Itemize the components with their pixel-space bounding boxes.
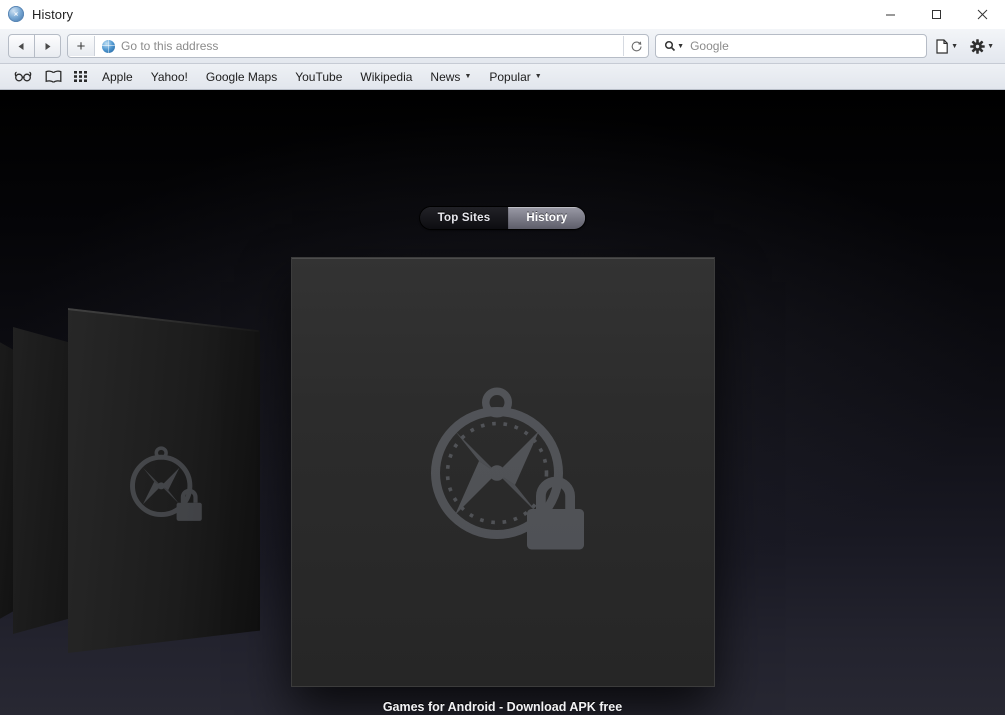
- gear-icon: [970, 38, 985, 54]
- settings-menu-button[interactable]: ▼: [967, 38, 997, 54]
- history-card-main[interactable]: [292, 258, 714, 686]
- bookmark-wikipedia[interactable]: Wikipedia: [351, 67, 421, 87]
- address-bar[interactable]: + Go to this address: [67, 34, 650, 58]
- magnifier-icon[interactable]: ▼: [664, 40, 684, 52]
- window-title: History: [32, 6, 74, 22]
- globe-icon: [102, 39, 115, 53]
- reader-glasses-icon[interactable]: [8, 67, 39, 87]
- history-card-prev-1[interactable]: [68, 308, 260, 653]
- search-field[interactable]: ▼ Google: [655, 34, 928, 58]
- forward-arrow-icon[interactable]: [34, 35, 60, 57]
- bookmark-google-maps[interactable]: Google Maps: [197, 67, 286, 87]
- chevron-down-icon[interactable]: ▼: [677, 43, 684, 50]
- maximize-icon[interactable]: [913, 0, 959, 28]
- bookmark-label: Yahoo!: [150, 69, 188, 84]
- card-caption: Games for Android - Download APK free ht…: [0, 700, 1005, 715]
- bookmark-label: News: [430, 69, 461, 84]
- new-tab-button[interactable]: +: [68, 36, 95, 56]
- navigation-buttons: [8, 34, 61, 58]
- browser-toolbar: + Go to this address ▼ Google ▼ ▼: [0, 29, 1005, 64]
- tab-top-sites[interactable]: Top Sites: [419, 207, 509, 229]
- minimize-icon[interactable]: [867, 0, 913, 28]
- bookmark-label: Google Maps: [205, 69, 278, 84]
- bookmark-news[interactable]: News ▼: [421, 67, 480, 87]
- bookmark-label: Popular: [489, 69, 531, 84]
- view-toggle: Top Sites History: [419, 207, 586, 229]
- chevron-down-icon: ▼: [987, 42, 994, 50]
- bookmarks-book-icon[interactable]: [39, 67, 68, 87]
- top-sites-grid-icon[interactable]: [68, 67, 93, 87]
- title-bar: History: [0, 0, 1005, 29]
- bookmark-youtube[interactable]: YouTube: [286, 67, 351, 87]
- search-input[interactable]: Google: [690, 39, 729, 53]
- bookmark-popular[interactable]: Popular ▼: [480, 67, 550, 87]
- browser-window: History + Go to this address ▼ Google ▼ …: [0, 0, 1005, 715]
- bookmarks-bar: Apple Yahoo! Google Maps YouTube Wikiped…: [0, 64, 1005, 90]
- compass-lock-icon: [413, 380, 593, 565]
- chevron-down-icon: ▼: [464, 73, 472, 80]
- page-icon: [936, 38, 948, 54]
- close-icon[interactable]: [959, 0, 1005, 28]
- reload-icon[interactable]: [623, 36, 648, 56]
- bookmark-yahoo[interactable]: Yahoo!: [142, 67, 197, 87]
- safari-compass-icon: [8, 6, 24, 22]
- chevron-down-icon: ▼: [534, 73, 542, 80]
- bookmark-label: YouTube: [295, 69, 343, 84]
- history-card-prev-2[interactable]: [13, 327, 69, 634]
- history-card-deck: [0, 90, 1005, 715]
- tab-history[interactable]: History: [508, 207, 586, 229]
- page-title: Games for Android - Download APK free: [382, 700, 623, 714]
- chevron-down-icon: ▼: [951, 42, 959, 50]
- page-menu-button[interactable]: ▼: [933, 38, 961, 54]
- compass-lock-icon: [122, 443, 206, 532]
- coverflow-stage: Top Sites History Games for Android - Do…: [0, 90, 1005, 715]
- bookmark-label: Wikipedia: [360, 69, 413, 84]
- bookmark-label: Apple: [102, 69, 133, 84]
- window-controls: [867, 0, 1005, 28]
- bookmark-apple[interactable]: Apple: [93, 67, 142, 87]
- back-arrow-icon[interactable]: [9, 35, 34, 57]
- address-input[interactable]: Go to this address: [121, 39, 623, 53]
